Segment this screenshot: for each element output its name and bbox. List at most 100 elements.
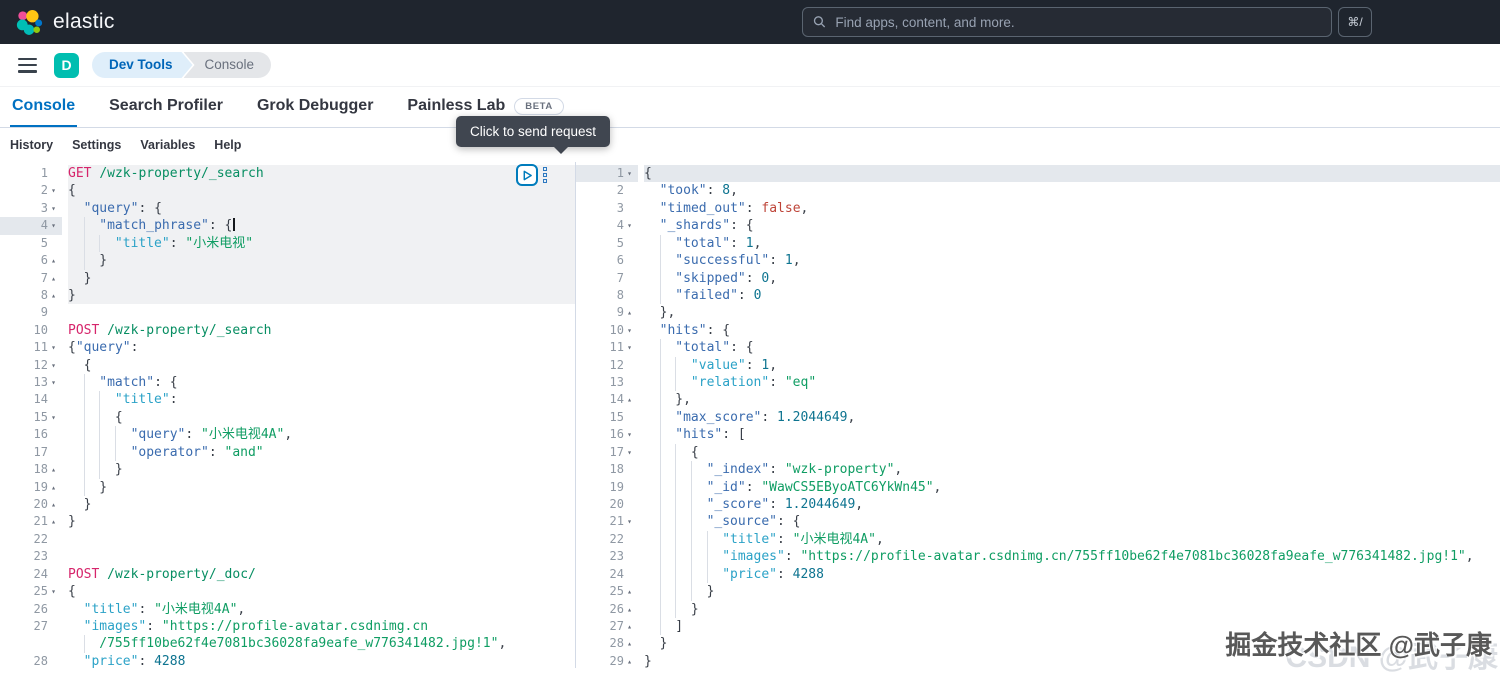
gutter-line: 20▴ bbox=[0, 496, 62, 513]
fold-toggle-icon[interactable]: ▴ bbox=[48, 461, 59, 478]
gutter-line: 4▾ bbox=[576, 217, 638, 234]
fold-toggle-icon[interactable]: ▴ bbox=[48, 270, 59, 287]
request-options-icon[interactable] bbox=[543, 164, 547, 183]
code-line: } bbox=[644, 635, 1500, 652]
response-viewer[interactable]: 1▾234▾56789▴10▾11▾121314▴1516▾17▾1819202… bbox=[575, 162, 1500, 668]
fold-toggle-icon[interactable]: ▴ bbox=[48, 496, 59, 513]
tab-search-profiler[interactable]: Search Profiler bbox=[107, 87, 225, 127]
console-menu-settings[interactable]: Settings bbox=[72, 138, 121, 152]
search-input[interactable] bbox=[833, 14, 1321, 31]
gutter-line: 27 bbox=[0, 618, 62, 635]
text-cursor bbox=[233, 218, 235, 231]
code-line: { bbox=[68, 357, 575, 374]
breadcrumb-console[interactable]: Console bbox=[184, 52, 272, 78]
fold-toggle-icon[interactable]: ▴ bbox=[624, 601, 635, 618]
dev-tools-app-badge[interactable]: D bbox=[54, 53, 79, 78]
breadcrumb-dev-tools[interactable]: Dev Tools bbox=[92, 52, 193, 78]
gutter-line: 23 bbox=[0, 548, 62, 565]
gutter-line: 3▾ bbox=[0, 200, 62, 217]
fold-toggle-icon[interactable]: ▾ bbox=[48, 200, 59, 217]
request-actions bbox=[516, 164, 547, 186]
code-line: "_id": "WawCS5EByoATC6YkWn45", bbox=[644, 479, 1500, 496]
gutter-line: 26 bbox=[0, 601, 62, 618]
gutter-line: 6▴ bbox=[0, 252, 62, 269]
fold-toggle-icon[interactable]: ▾ bbox=[624, 165, 635, 182]
send-request-button[interactable] bbox=[516, 164, 538, 186]
gutter-line: 6 bbox=[576, 252, 638, 269]
fold-toggle-icon[interactable]: ▴ bbox=[624, 391, 635, 408]
fold-toggle-icon[interactable]: ▴ bbox=[48, 287, 59, 304]
console-menu-variables[interactable]: Variables bbox=[140, 138, 195, 152]
fold-toggle-icon[interactable]: ▴ bbox=[48, 513, 59, 530]
global-search-box[interactable] bbox=[802, 7, 1332, 37]
code-line: "_shards": { bbox=[644, 217, 1500, 234]
gutter-line: 28▴ bbox=[576, 635, 638, 652]
code-line: } bbox=[68, 479, 575, 496]
gutter-line: 14 bbox=[0, 391, 62, 408]
console-toolbar: History Settings Variables Help bbox=[0, 128, 1500, 162]
code-line: "title": bbox=[68, 391, 575, 408]
code-line: { bbox=[68, 182, 575, 199]
code-line: } bbox=[68, 461, 575, 478]
console-menu-help[interactable]: Help bbox=[214, 138, 241, 152]
fold-toggle-icon[interactable]: ▾ bbox=[48, 339, 59, 356]
fold-toggle-icon[interactable]: ▾ bbox=[48, 583, 59, 600]
elastic-logo[interactable]: elastic bbox=[16, 9, 115, 36]
fold-toggle-icon[interactable]: ▾ bbox=[48, 357, 59, 374]
code-line: "_score": 1.2044649, bbox=[644, 496, 1500, 513]
code-line bbox=[68, 531, 575, 548]
request-editor[interactable]: 12▾3▾4▾56▴7▴8▴91011▾12▾13▾1415▾161718▴19… bbox=[0, 162, 575, 668]
kibana-dev-tools-console: { "header": { "brand": "elastic", "searc… bbox=[0, 0, 1500, 668]
code-line: POST /wzk-property/_search bbox=[68, 322, 575, 339]
response-viewer-code[interactable]: {"took": 8,"timed_out": false,"_shards":… bbox=[638, 165, 1500, 668]
gutter-line bbox=[0, 635, 62, 652]
fold-toggle-icon[interactable]: ▴ bbox=[624, 583, 635, 600]
fold-toggle-icon[interactable]: ▴ bbox=[48, 479, 59, 496]
gutter-line: 5 bbox=[0, 235, 62, 252]
global-search-area: ⌘/ bbox=[802, 7, 1372, 37]
menu-icon[interactable] bbox=[18, 58, 37, 73]
code-line: "_source": { bbox=[644, 513, 1500, 530]
code-line: "images": "https://profile-avatar.csdnim… bbox=[644, 548, 1500, 565]
fold-toggle-icon[interactable]: ▴ bbox=[624, 304, 635, 321]
fold-toggle-icon[interactable]: ▾ bbox=[624, 426, 635, 443]
gutter-line: 21▾ bbox=[576, 513, 638, 530]
code-line: {"query": bbox=[68, 339, 575, 356]
search-icon bbox=[813, 15, 826, 29]
request-editor-code[interactable]: GET /wzk-property/_search{"query": {"mat… bbox=[62, 165, 575, 668]
gutter-line: 16▾ bbox=[576, 426, 638, 443]
code-line: "failed": 0 bbox=[644, 287, 1500, 304]
gutter-line: 23 bbox=[576, 548, 638, 565]
console-editors: 12▾3▾4▾56▴7▴8▴91011▾12▾13▾1415▾161718▴19… bbox=[0, 162, 1500, 668]
code-line: { bbox=[68, 409, 575, 426]
fold-toggle-icon[interactable]: ▴ bbox=[48, 252, 59, 269]
console-menu-history[interactable]: History bbox=[10, 138, 53, 152]
fold-toggle-icon[interactable]: ▾ bbox=[624, 322, 635, 339]
fold-toggle-icon[interactable]: ▴ bbox=[624, 618, 635, 635]
code-line: "max_score": 1.2044649, bbox=[644, 409, 1500, 426]
code-line: "price": 4288 bbox=[68, 653, 575, 668]
gutter-line: 19▴ bbox=[0, 479, 62, 496]
fold-toggle-icon[interactable]: ▴ bbox=[624, 653, 635, 668]
fold-toggle-icon[interactable]: ▴ bbox=[624, 635, 635, 652]
code-line: "title": "小米电视4A", bbox=[644, 531, 1500, 548]
tab-grok-debugger[interactable]: Grok Debugger bbox=[255, 87, 375, 127]
code-line: } bbox=[644, 653, 1500, 668]
fold-toggle-icon[interactable]: ▾ bbox=[624, 444, 635, 461]
tab-console[interactable]: Console bbox=[10, 87, 77, 127]
nav-bar: D Dev Tools Console bbox=[0, 44, 1500, 87]
gutter-line: 25▴ bbox=[576, 583, 638, 600]
gutter-line: 18▴ bbox=[0, 461, 62, 478]
fold-toggle-icon[interactable]: ▾ bbox=[624, 339, 635, 356]
gutter-line: 14▴ bbox=[576, 391, 638, 408]
code-line: "hits": { bbox=[644, 322, 1500, 339]
fold-toggle-icon[interactable]: ▾ bbox=[48, 409, 59, 426]
fold-toggle-icon[interactable]: ▾ bbox=[48, 182, 59, 199]
fold-toggle-icon[interactable]: ▾ bbox=[48, 374, 59, 391]
code-line: "_index": "wzk-property", bbox=[644, 461, 1500, 478]
fold-toggle-icon[interactable]: ▾ bbox=[624, 513, 635, 530]
code-line bbox=[68, 548, 575, 565]
fold-toggle-icon[interactable]: ▾ bbox=[624, 217, 635, 234]
dev-tools-tabs: ConsoleSearch ProfilerGrok DebuggerPainl… bbox=[0, 87, 1500, 128]
fold-toggle-icon[interactable]: ▾ bbox=[48, 217, 59, 234]
